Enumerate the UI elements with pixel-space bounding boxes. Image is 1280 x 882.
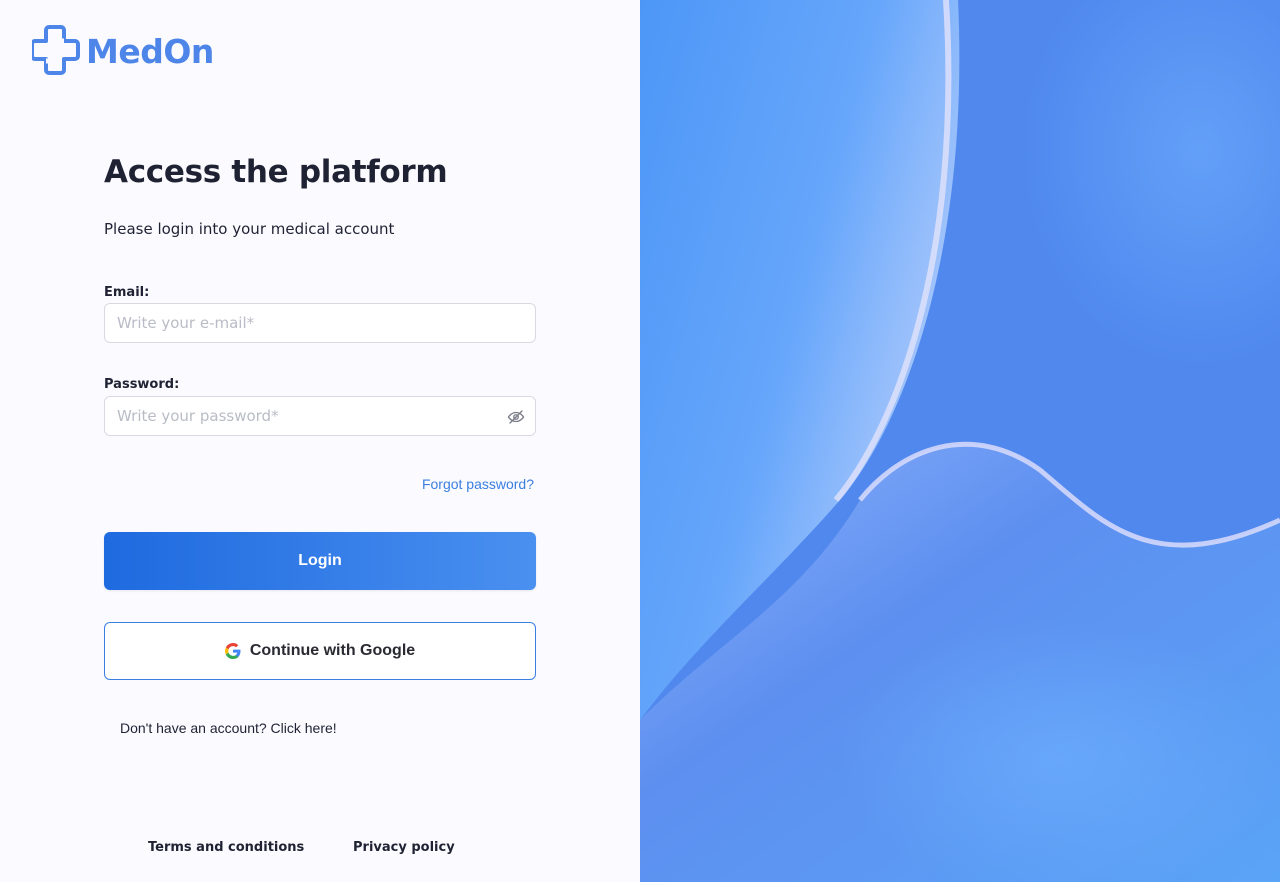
google-login-button[interactable]: Continue with Google [104,622,536,680]
password-field-container [104,396,536,436]
email-field-container [104,303,536,343]
login-panel: MedOn Access the platform Please login i… [0,0,640,882]
signup-link[interactable]: Don't have an account? Click here! [120,720,337,736]
eye-off-icon[interactable] [507,408,525,426]
page-title: Access the platform [104,154,448,190]
hero-background-panel [640,0,1280,882]
password-input[interactable] [105,397,535,435]
google-button-label: Continue with Google [249,642,416,659]
privacy-link[interactable]: Privacy policy [353,840,455,855]
abstract-wave-art [640,0,1280,882]
brand-logo[interactable]: MedOn [32,24,214,78]
password-label: Password: [104,377,180,392]
email-input[interactable] [105,304,535,342]
brand-name: MedOn [86,31,214,71]
google-icon [224,643,241,659]
medical-cross-icon [32,25,80,75]
login-button[interactable]: Login [104,532,536,590]
forgot-password-link[interactable]: Forgot password? [422,476,534,492]
page-subtitle: Please login into your medical account [104,220,395,238]
email-label: Email: [104,285,150,300]
terms-link[interactable]: Terms and conditions [148,840,304,855]
